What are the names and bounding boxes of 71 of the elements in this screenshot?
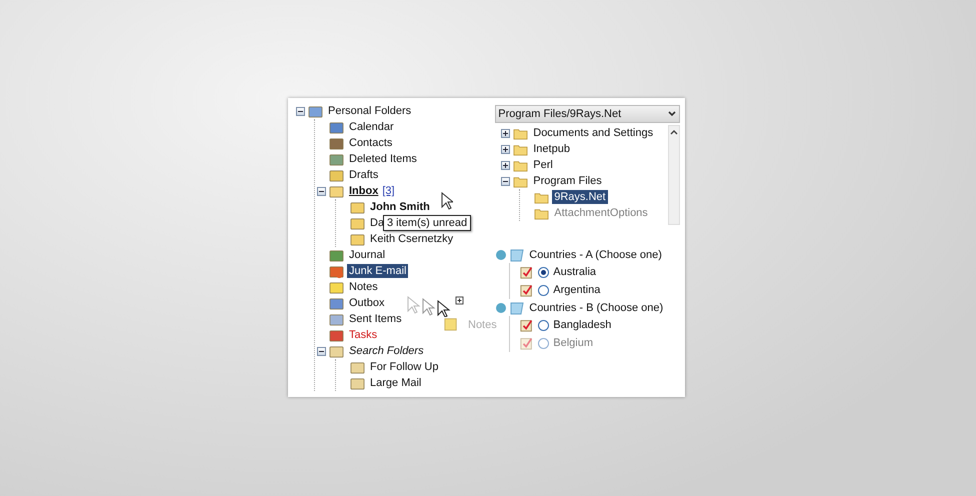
search-folder-icon	[329, 344, 344, 358]
mail-folder-icon	[308, 104, 323, 118]
option-label: Argentina	[553, 284, 600, 296]
drag-label: Notes	[468, 319, 497, 331]
folder-label[interactable]: Deleted Items	[347, 152, 419, 166]
folder-label[interactable]: Journal	[347, 248, 388, 262]
folder-label[interactable]: For Follow Up	[368, 360, 440, 374]
checklist-icon	[520, 283, 534, 297]
folder-label[interactable]: Outbox	[347, 296, 386, 310]
folder-label[interactable]: Contacts	[347, 136, 394, 150]
mail-folder-icon	[329, 328, 344, 342]
search-folder-icon	[350, 360, 365, 374]
folder-label[interactable]: 9Rays.Net	[552, 190, 608, 204]
folder-label[interactable]: Drafts	[347, 168, 380, 182]
mail-folder-icon	[329, 248, 344, 262]
mail-folder-icon	[329, 296, 344, 310]
expand-toggle[interactable]	[501, 144, 510, 154]
folder-label[interactable]: Tasks	[347, 328, 380, 342]
radio-button[interactable]	[538, 338, 550, 348]
group-label: Countries - B (Choose one)	[529, 302, 664, 314]
tooltip: 3 item(s) unread	[383, 215, 472, 231]
mail-folder-icon	[329, 184, 344, 198]
mail-folder-icon	[329, 152, 344, 166]
expand-toggle[interactable]	[501, 128, 510, 138]
mail-folder-icon	[329, 120, 344, 134]
option-label: Belgium	[553, 337, 593, 349]
chevron-down-icon	[667, 109, 677, 119]
folder-label[interactable]: Calendar	[347, 120, 396, 134]
folder-label[interactable]: Search Folders	[347, 344, 426, 358]
option-label: Bangladesh	[553, 319, 612, 331]
radio-button[interactable]	[538, 320, 550, 330]
search-folder-icon	[350, 376, 365, 390]
collapse-toggle[interactable]	[317, 186, 326, 196]
collapse-toggle[interactable]	[501, 176, 510, 186]
folder-label[interactable]: Documents and Settings	[531, 126, 656, 140]
folder-label[interactable]: Notes	[347, 280, 380, 294]
radio-button[interactable]	[538, 284, 550, 296]
mail-folder-icon	[329, 168, 344, 182]
radio-button[interactable]	[538, 266, 550, 278]
checklist-icon	[520, 265, 534, 279]
folder-label[interactable]: Inbox	[347, 184, 380, 198]
folder-label[interactable]: Junk E-mail	[347, 264, 408, 278]
folder-label[interactable]: Inetpub	[531, 142, 572, 156]
folder-label[interactable]: Keith Csernetzky	[368, 232, 456, 246]
folder-label[interactable]: AttachmentOptions	[552, 206, 650, 220]
folder-label[interactable]: Large Mail	[368, 376, 424, 390]
checklist-icon	[520, 336, 534, 350]
collapse-toggle[interactable]	[296, 106, 305, 116]
collapse-toggle[interactable]	[317, 346, 326, 356]
folder-label[interactable]: Sent Items	[347, 312, 404, 326]
folder-label[interactable]: Perl	[531, 158, 555, 172]
group-label: Countries - A (Choose one)	[529, 248, 662, 260]
pointer-icon	[441, 192, 453, 210]
option-label: Australia	[553, 266, 596, 278]
folder-label[interactable]: Personal Folders	[326, 104, 414, 118]
path-dropdown[interactable]: Program Files/9Rays.Net	[495, 105, 680, 123]
folder-icon	[350, 200, 365, 214]
note-icon	[444, 317, 458, 331]
drag-cursor-icon	[406, 295, 466, 317]
mail-folder-icon	[329, 280, 344, 294]
mail-folder-icon	[329, 136, 344, 150]
expand-toggle[interactable]	[501, 160, 510, 170]
mail-folder-icon	[329, 312, 344, 326]
checklist-icon	[520, 318, 534, 332]
folder-icon	[350, 216, 365, 230]
mail-folder-icon	[329, 264, 344, 278]
folder-label[interactable]: Program Files	[531, 174, 604, 188]
folder-icon	[350, 232, 365, 246]
folder-label[interactable]: John Smith	[368, 200, 432, 214]
unread-count: [3]	[382, 185, 395, 197]
scrollbar[interactable]	[668, 125, 680, 225]
